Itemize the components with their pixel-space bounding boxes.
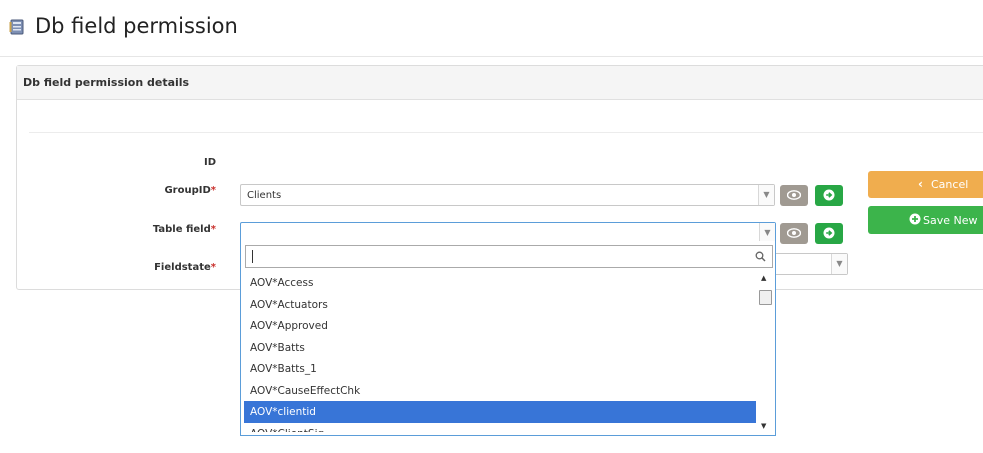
table-field-dropdown: AOV*Access AOV*Actuators AOV*Approved AOV*B… (240, 241, 776, 436)
arrow-circle-right-icon (823, 227, 835, 239)
view-group-button[interactable] (780, 185, 808, 206)
fieldstate-label: Fieldstate* (154, 262, 216, 273)
eye-icon (787, 190, 801, 200)
dropdown-option[interactable]: AOV*Batts (244, 337, 756, 359)
panel-divider (29, 132, 983, 133)
scrollbar-thumb[interactable] (759, 290, 772, 305)
go-table-field-button[interactable] (815, 223, 843, 244)
cancel-button[interactable]: ‹ Cancel (868, 171, 983, 198)
dropdown-scrollbar[interactable]: ▲ ▼ (757, 272, 773, 432)
dropdown-options-list: AOV*Access AOV*Actuators AOV*Approved AOV*B… (244, 272, 756, 432)
page-title: Db field permission (35, 14, 238, 38)
text-cursor (252, 250, 253, 263)
chevron-down-icon: ▼ (758, 185, 774, 205)
plus-circle-icon (909, 213, 921, 225)
chevron-down-icon: ▼ (831, 254, 847, 274)
eye-icon (787, 228, 801, 238)
page-header: Db field permission (0, 0, 983, 57)
dropdown-option[interactable]: AOV*Approved (244, 315, 756, 337)
required-mark: * (210, 185, 216, 196)
arrow-circle-right-icon (823, 189, 835, 201)
id-label: ID (203, 157, 216, 168)
table-book-icon (9, 19, 24, 35)
dropdown-option[interactable]: AOV*Actuators (244, 294, 756, 316)
group-id-label: GroupID* (164, 185, 216, 196)
dropdown-search-input[interactable] (245, 245, 773, 268)
chevron-down-icon: ▼ (759, 223, 775, 243)
chevron-left-icon: ‹ (918, 177, 923, 191)
search-icon (755, 251, 766, 262)
required-mark: * (210, 262, 216, 273)
table-field-label: Table field* (152, 224, 216, 235)
required-mark: * (210, 224, 216, 235)
group-id-value: Clients (247, 190, 282, 201)
save-new-button[interactable]: Save New (868, 206, 983, 234)
view-table-field-button[interactable] (780, 223, 808, 244)
panel-title: Db field permission details (17, 66, 983, 100)
dropdown-option[interactable]: AOV*CauseEffectChk (244, 380, 756, 402)
go-group-button[interactable] (815, 185, 843, 206)
scroll-up-arrow-icon[interactable]: ▲ (761, 274, 766, 282)
dropdown-option[interactable]: AOV*ClientSig (244, 423, 756, 433)
group-id-select[interactable]: Clients ▼ (240, 184, 775, 206)
scroll-down-arrow-icon[interactable]: ▼ (761, 422, 766, 430)
dropdown-option[interactable]: AOV*Batts_1 (244, 358, 756, 380)
dropdown-option[interactable]: AOV*clientid (244, 401, 756, 423)
dropdown-option[interactable]: AOV*Access (244, 272, 756, 294)
